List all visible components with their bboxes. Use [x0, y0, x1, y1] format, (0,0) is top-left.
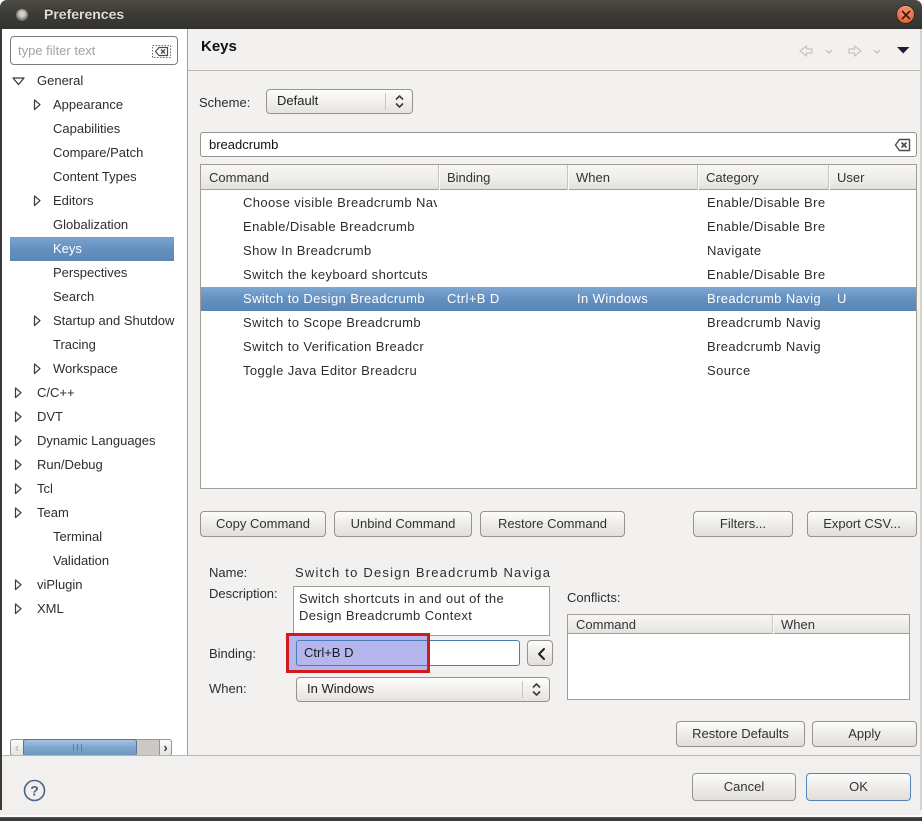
svg-text:?: ?: [30, 783, 39, 799]
